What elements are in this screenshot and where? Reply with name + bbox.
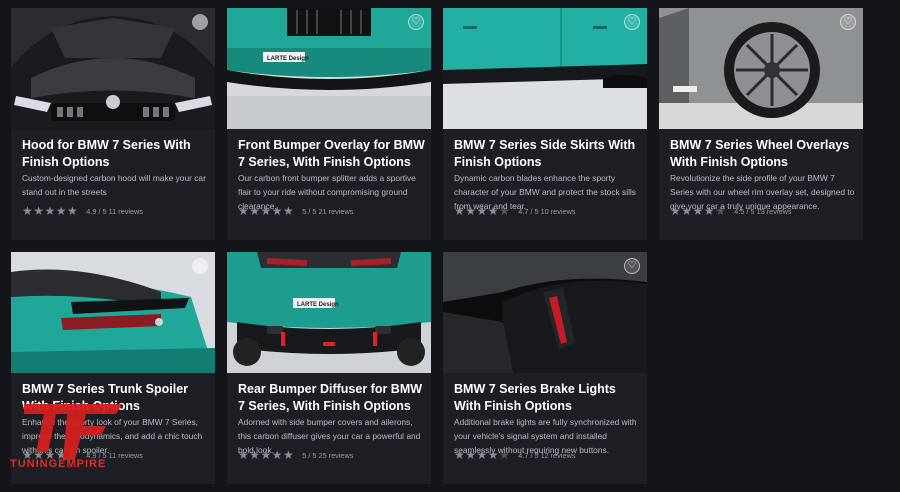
product-rating: ★★★★★ 4.7 / 5 12 reviews (454, 448, 576, 462)
product-description: Custom-designed carbon hood will make yo… (22, 173, 206, 197)
product-title[interactable]: BMW 7 Series Wheel Overlays With Finish … (670, 137, 858, 171)
product-title[interactable]: BMW 7 Series Side Skirts With Finish Opt… (454, 137, 642, 171)
product-rating: ★★★★★ 5 / 5 25 reviews (238, 448, 353, 462)
star-rating-icon: ★★★★★ (22, 204, 79, 218)
rating-text: 4.7 / 5 12 reviews (518, 450, 576, 460)
product-card-hood[interactable]: Hood for BMW 7 Series With Finish Option… (11, 8, 215, 240)
plate-text: LARTE Design (297, 302, 339, 308)
wishlist-icon[interactable]: ♡ (624, 14, 640, 30)
product-title[interactable]: Front Bumper Overlay for BMW 7 Series, W… (238, 137, 426, 171)
rating-text: 5 / 5 21 reviews (302, 206, 354, 216)
product-image[interactable]: ♡ (659, 8, 863, 129)
product-rating: ★★★★★ 5 / 5 21 reviews (238, 204, 353, 218)
wishlist-icon[interactable]: ♡ (408, 14, 424, 30)
rating-text: 4.5 / 5 13 reviews (734, 206, 792, 216)
star-rating-icon: ★★★★★ (238, 448, 295, 462)
product-image[interactable] (11, 8, 215, 129)
star-rating-icon: ★★★★★ (670, 204, 727, 218)
wishlist-icon[interactable] (192, 14, 208, 30)
product-title[interactable]: Rear Bumper Diffuser for BMW 7 Series, W… (238, 381, 426, 415)
watermark-text: TUNINGEMPIRE (10, 458, 107, 470)
product-card-rear-diffuser[interactable]: LARTE Design Rear Bumper Diffuser for BM… (227, 252, 431, 484)
product-title[interactable]: Hood for BMW 7 Series With Finish Option… (22, 137, 210, 171)
product-image[interactable]: ♡ (443, 252, 647, 373)
product-card-side-skirts[interactable]: ♡ BMW 7 Series Side Skirts With Finish O… (443, 8, 647, 240)
star-rating-icon: ★★★★★ (238, 204, 295, 218)
plate-text: LARTE Design (267, 56, 309, 62)
star-rating-icon: ★★★★★ (454, 448, 511, 462)
wishlist-icon[interactable] (192, 258, 208, 274)
rating-text: 5 / 5 25 reviews (302, 450, 354, 460)
product-rating: ★★★★★ 4.9 / 5 11 reviews (22, 204, 143, 218)
product-image[interactable]: LARTE Design (227, 252, 431, 373)
product-title[interactable]: BMW 7 Series Brake Lights With Finish Op… (454, 381, 642, 415)
star-rating-icon: ★★★★★ (454, 204, 511, 218)
product-card-wheel-overlays[interactable]: ♡ BMW 7 Series Wheel Overlays With Finis… (659, 8, 863, 240)
product-card-brake-lights[interactable]: ♡ BMW 7 Series Brake Lights With Finish … (443, 252, 647, 484)
rating-text: 4.9 / 5 11 reviews (86, 206, 143, 216)
product-card-front-bumper[interactable]: LARTE Design ♡ Front Bumper Overlay for … (227, 8, 431, 240)
product-image[interactable]: LARTE Design ♡ (227, 8, 431, 129)
product-image[interactable] (11, 252, 215, 373)
product-rating: ★★★★★ 4.5 / 5 13 reviews (670, 204, 792, 218)
wishlist-icon[interactable]: ♡ (624, 258, 640, 274)
rating-text: 4.7 / 5 10 reviews (518, 206, 576, 216)
product-rating: ★★★★★ 4.7 / 5 10 reviews (454, 204, 576, 218)
wishlist-icon[interactable]: ♡ (840, 14, 856, 30)
product-image[interactable]: ♡ (443, 8, 647, 129)
